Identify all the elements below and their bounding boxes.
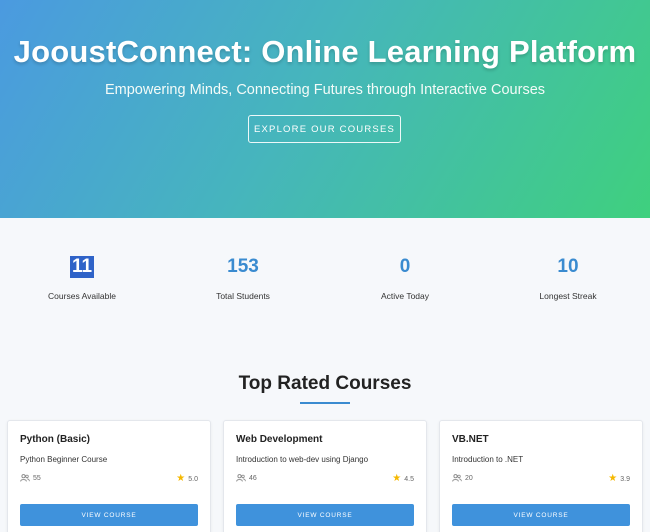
course-description: Introduction to .NET xyxy=(452,455,524,464)
stat-active-today: 0 Active Today xyxy=(330,238,480,313)
stat-value: 10 xyxy=(493,256,643,278)
rating-value: 3.9 xyxy=(620,475,630,483)
section-title: Top Rated Courses xyxy=(238,373,412,394)
stat-label: Total Students xyxy=(216,291,270,301)
course-rating: ★ 4.5 xyxy=(392,474,414,484)
course-title: Web Development xyxy=(236,434,323,445)
rating-value: 4.5 xyxy=(404,475,414,483)
student-count: 55 xyxy=(33,474,41,482)
stats-section: 11 Courses Available 153 Total Students … xyxy=(0,238,650,313)
stat-value-text: 153 xyxy=(227,256,259,277)
view-course-button[interactable]: VIEW COURSE xyxy=(20,504,198,526)
course-title: Python (Basic) xyxy=(20,434,91,445)
explore-courses-button[interactable]: EXPLORE OUR COURSES xyxy=(248,115,401,143)
course-description: Python Beginner Course xyxy=(20,455,108,464)
stat-value-text: 0 xyxy=(399,256,411,277)
view-course-button[interactable]: VIEW COURSE xyxy=(452,504,630,526)
course-students: 20 xyxy=(452,474,473,482)
stat-courses-available: 11 Courses Available xyxy=(7,238,157,313)
users-icon xyxy=(452,474,462,482)
users-icon xyxy=(236,474,246,482)
star-icon: ★ xyxy=(176,473,186,484)
users-icon xyxy=(20,474,30,482)
stat-value: 11 xyxy=(7,256,157,278)
course-description: Introduction to web-dev using Django xyxy=(236,455,369,464)
stat-longest-streak: 10 Longest Streak xyxy=(493,238,643,313)
view-course-button[interactable]: VIEW COURSE xyxy=(236,504,414,526)
course-card: Python (Basic) Python Beginner Course 55… xyxy=(7,420,211,532)
stat-value-text: 11 xyxy=(69,256,95,278)
stat-value-text: 10 xyxy=(557,256,579,277)
stat-value: 153 xyxy=(168,256,318,278)
student-count: 46 xyxy=(249,474,257,482)
star-icon: ★ xyxy=(392,473,402,484)
stat-label: Longest Streak xyxy=(539,291,597,301)
course-title: VB.NET xyxy=(452,434,489,445)
course-students: 46 xyxy=(236,474,257,482)
star-icon: ★ xyxy=(608,473,618,484)
course-card: Web Development Introduction to web-dev … xyxy=(223,420,427,532)
stat-value: 0 xyxy=(330,256,480,278)
stat-label: Active Today xyxy=(380,291,430,301)
student-count: 20 xyxy=(465,474,473,482)
hero-title: JooustConnect: Online Learning Platform xyxy=(13,34,637,69)
stat-label: Courses Available xyxy=(48,291,116,301)
hero-subtitle: Empowering Minds, Connecting Futures thr… xyxy=(104,82,546,98)
course-card: VB.NET Introduction to .NET 20 ★ 3.9 VIE… xyxy=(439,420,643,532)
course-rating: ★ 3.9 xyxy=(608,474,630,484)
rating-value: 5.0 xyxy=(188,475,198,483)
course-students: 55 xyxy=(20,474,41,482)
hero-section: JooustConnect: Online Learning Platform … xyxy=(0,0,650,218)
stat-total-students: 153 Total Students xyxy=(168,238,318,313)
section-title-underline xyxy=(300,402,350,404)
course-rating: ★ 5.0 xyxy=(176,474,198,484)
